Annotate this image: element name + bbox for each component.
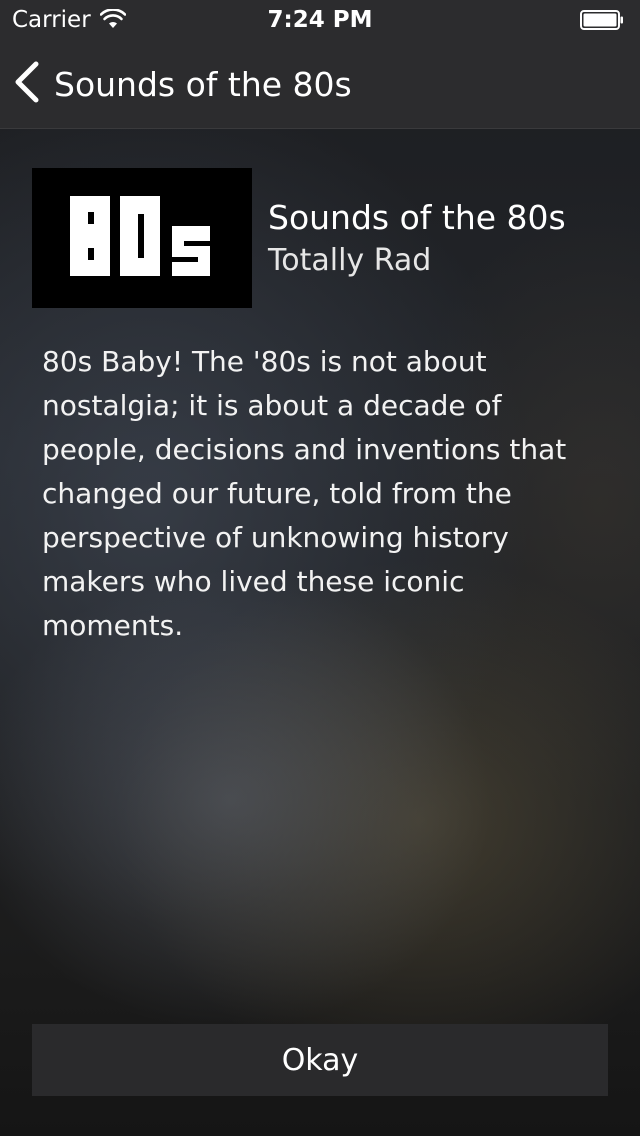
back-label: Sounds of the 80s [54,64,352,104]
battery-icon [580,10,624,30]
navigation-bar: Sounds of the 80s [0,40,640,128]
okay-button[interactable]: Okay [32,1024,608,1096]
chevron-left-icon [12,60,42,108]
album-artwork [32,168,252,308]
album-description: 80s Baby! The '80s is not about nostalgi… [42,345,567,642]
album-subtitle: Totally Rad [268,243,432,278]
album-title: Sounds of the 80s [268,198,566,237]
top-bar: Carrier 7:24 PM Sounds of the 80s [0,0,640,129]
back-button[interactable]: Sounds of the 80s [12,40,352,128]
status-time: 7:24 PM [267,7,373,33]
status-bar: Carrier 7:24 PM [0,0,640,40]
